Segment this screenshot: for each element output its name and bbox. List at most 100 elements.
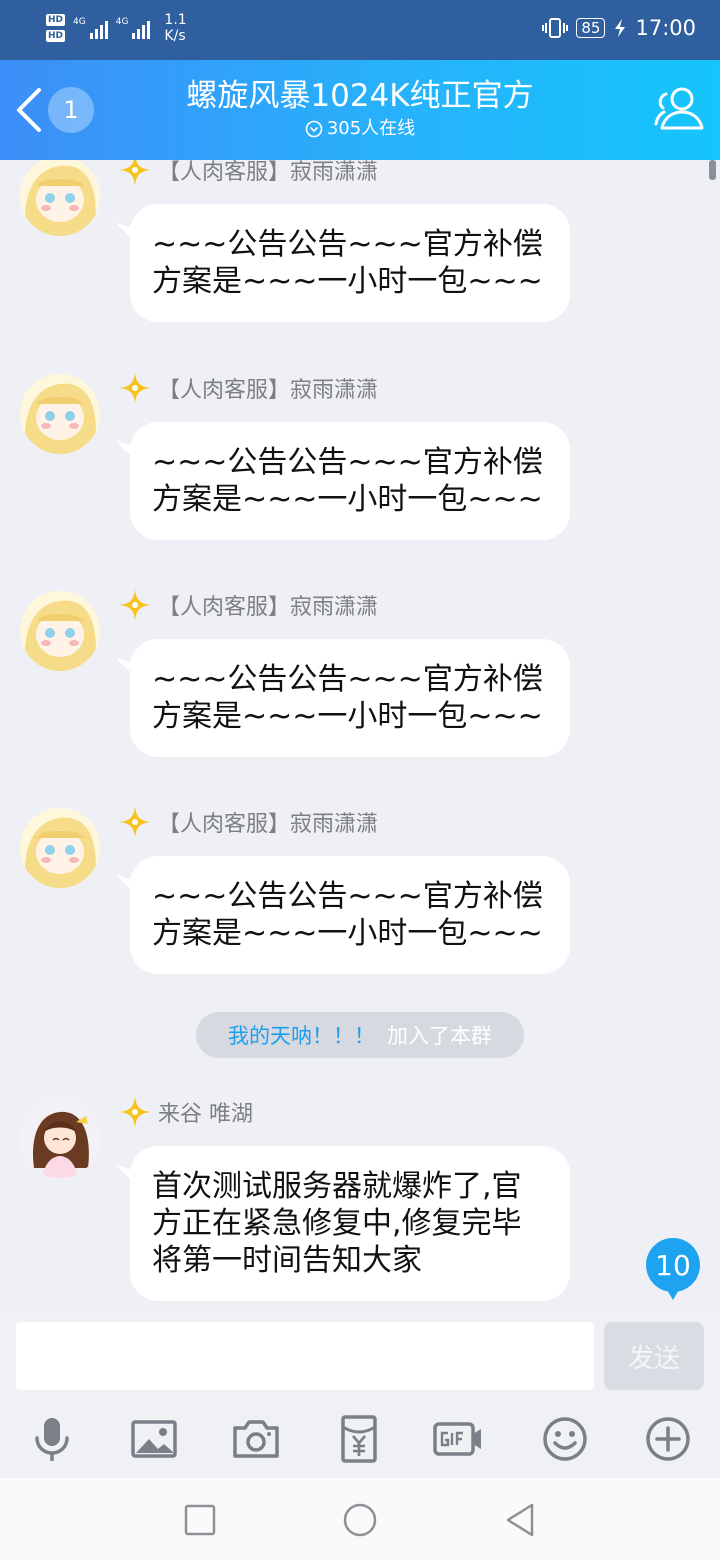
status-left: HD HD 4G 4G 1.1 K/s	[46, 12, 187, 44]
message-bubble[interactable]: ~~~公告公告~~~官方补偿方案是~~~一小时一包~~~	[116, 422, 570, 540]
admin-star-icon	[119, 589, 151, 621]
back-button[interactable]: 1	[12, 82, 102, 138]
network-label-2: 4G	[115, 17, 129, 27]
system-nav-bar	[0, 1478, 720, 1560]
input-bar: 发送	[0, 1310, 720, 1478]
bubble-tail	[116, 1164, 136, 1182]
joined-user-name[interactable]: 我的天呐！！！	[228, 1020, 375, 1050]
sender-row: 【人肉客服】寂雨潇潇	[118, 160, 378, 188]
red-packet-icon	[341, 1415, 377, 1463]
online-count: 305人在线	[326, 118, 416, 139]
group-members-icon	[654, 87, 704, 130]
message-text: ~~~公告公告~~~官方补偿方案是~~~一小时一包~~~	[152, 445, 543, 517]
message-text: ~~~公告公告~~~官方补偿方案是~~~一小时一包~~~	[152, 227, 543, 299]
scrollbar-thumb[interactable]	[709, 160, 716, 180]
sender-name: 来谷 唯湖	[158, 1102, 253, 1127]
avatar[interactable]	[20, 591, 100, 671]
gif-button[interactable]	[433, 1414, 483, 1464]
bubble-tail	[116, 440, 136, 458]
online-status: 305人在线	[130, 116, 590, 142]
avatar-image	[20, 374, 100, 454]
avatar[interactable]	[20, 374, 100, 454]
message-input[interactable]	[16, 1322, 594, 1390]
home-icon	[343, 1503, 377, 1537]
message-list[interactable]: 【人肉客服】寂雨潇潇 ~~~公告公告~~~官方补偿方案是~~~一小时一包~~~	[0, 160, 720, 1310]
back-icon	[506, 1503, 534, 1537]
network-speed: 1.1 K/s	[164, 12, 186, 44]
bubble-tail	[116, 657, 136, 675]
hd-badges: HD HD	[46, 14, 66, 42]
battery-level: 85	[576, 18, 606, 38]
image-icon	[131, 1420, 177, 1458]
home-button[interactable]	[340, 1500, 380, 1540]
charging-icon	[615, 19, 626, 37]
sender-name: 【人肉客服】寂雨潇潇	[158, 160, 379, 185]
avatar-image	[20, 808, 100, 888]
chevron-left-icon	[17, 88, 41, 132]
message-text: ~~~公告公告~~~官方补偿方案是~~~一小时一包~~~	[152, 662, 543, 734]
image-button[interactable]	[129, 1414, 179, 1464]
bubble-tail	[116, 874, 136, 892]
unread-chats-count: 1	[48, 87, 94, 133]
camera-icon	[233, 1420, 279, 1458]
hd-badge-1: HD	[46, 14, 66, 26]
new-messages-count: 10	[655, 1248, 691, 1282]
voice-button[interactable]	[27, 1414, 77, 1464]
avatar-image	[20, 160, 100, 236]
more-button[interactable]	[643, 1414, 693, 1464]
gif-icon	[433, 1422, 481, 1456]
new-messages-badge[interactable]: 10	[646, 1238, 700, 1300]
chevron-circle-icon	[305, 120, 323, 138]
status-right: 85 17:00	[542, 16, 696, 40]
plus-icon	[646, 1417, 690, 1461]
message-bubble[interactable]: ~~~公告公告~~~官方补偿方案是~~~一小时一包~~~	[116, 204, 570, 322]
avatar-image	[20, 1098, 100, 1178]
sender-name: 【人肉客服】寂雨潇潇	[158, 812, 379, 837]
sender-name: 【人肉客服】寂雨潇潇	[158, 595, 379, 620]
message-text: ~~~公告公告~~~官方补偿方案是~~~一小时一包~~~	[152, 879, 543, 951]
bubble-tail	[116, 222, 136, 240]
message-text: 首次测试服务器就爆炸了,官方正在紧急修复中,修复完毕将第一时间告知大家	[152, 1169, 522, 1278]
recent-apps-button[interactable]	[180, 1500, 220, 1540]
system-back-button[interactable]	[500, 1500, 540, 1540]
join-notice-text: 加入了本群	[387, 1024, 492, 1048]
speed-value: 1.1	[164, 12, 187, 28]
microphone-icon	[35, 1418, 69, 1461]
sender-row: 【人肉客服】寂雨潇潇	[118, 587, 378, 623]
camera-button[interactable]	[231, 1414, 281, 1464]
admin-star-icon	[119, 372, 151, 404]
sender-row: 来谷 唯湖	[118, 1094, 253, 1130]
network-label-1: 4G	[73, 17, 86, 27]
red-packet-button[interactable]	[334, 1414, 384, 1464]
group-title[interactable]: 螺旋风暴1024K纯正官方	[130, 76, 590, 116]
clock: 17:00	[635, 16, 696, 40]
hd-badge-2: HD	[46, 30, 66, 42]
chat-header: 1 螺旋风暴1024K纯正官方 305人在线	[0, 60, 720, 160]
status-bar: HD HD 4G 4G 1.1 K/s 85 17:00	[0, 0, 720, 60]
admin-star-icon	[119, 160, 151, 186]
vibrate-icon	[542, 18, 569, 38]
avatar-image	[20, 591, 100, 671]
sender-row: 【人肉客服】寂雨潇潇	[118, 804, 378, 840]
emoji-icon	[543, 1417, 587, 1461]
signal-icon-1: 4G	[73, 17, 108, 39]
recent-apps-icon	[184, 1504, 216, 1536]
send-button[interactable]: 发送	[604, 1322, 704, 1390]
badge-tail	[666, 1288, 680, 1300]
admin-star-icon	[119, 1096, 151, 1128]
speed-unit: K/s	[164, 28, 186, 44]
admin-star-icon	[119, 806, 151, 838]
avatar[interactable]	[20, 808, 100, 888]
message-bubble[interactable]: ~~~公告公告~~~官方补偿方案是~~~一小时一包~~~	[116, 856, 570, 974]
avatar[interactable]	[20, 1098, 100, 1178]
message-bubble[interactable]: ~~~公告公告~~~官方补偿方案是~~~一小时一包~~~	[116, 639, 570, 757]
group-members-button[interactable]	[652, 84, 706, 134]
sender-row: 【人肉客服】寂雨潇潇	[118, 370, 378, 406]
message-bubble[interactable]: 首次测试服务器就爆炸了,官方正在紧急修复中,修复完毕将第一时间告知大家	[116, 1146, 570, 1301]
join-notice: 我的天呐！！！ 加入了本群	[196, 1012, 524, 1058]
title-wrap: 螺旋风暴1024K纯正官方 305人在线	[130, 76, 590, 142]
sender-name: 【人肉客服】寂雨潇潇	[158, 378, 379, 403]
avatar[interactable]	[20, 160, 100, 236]
emoji-button[interactable]	[540, 1414, 590, 1464]
signal-icon-2: 4G	[116, 17, 151, 39]
